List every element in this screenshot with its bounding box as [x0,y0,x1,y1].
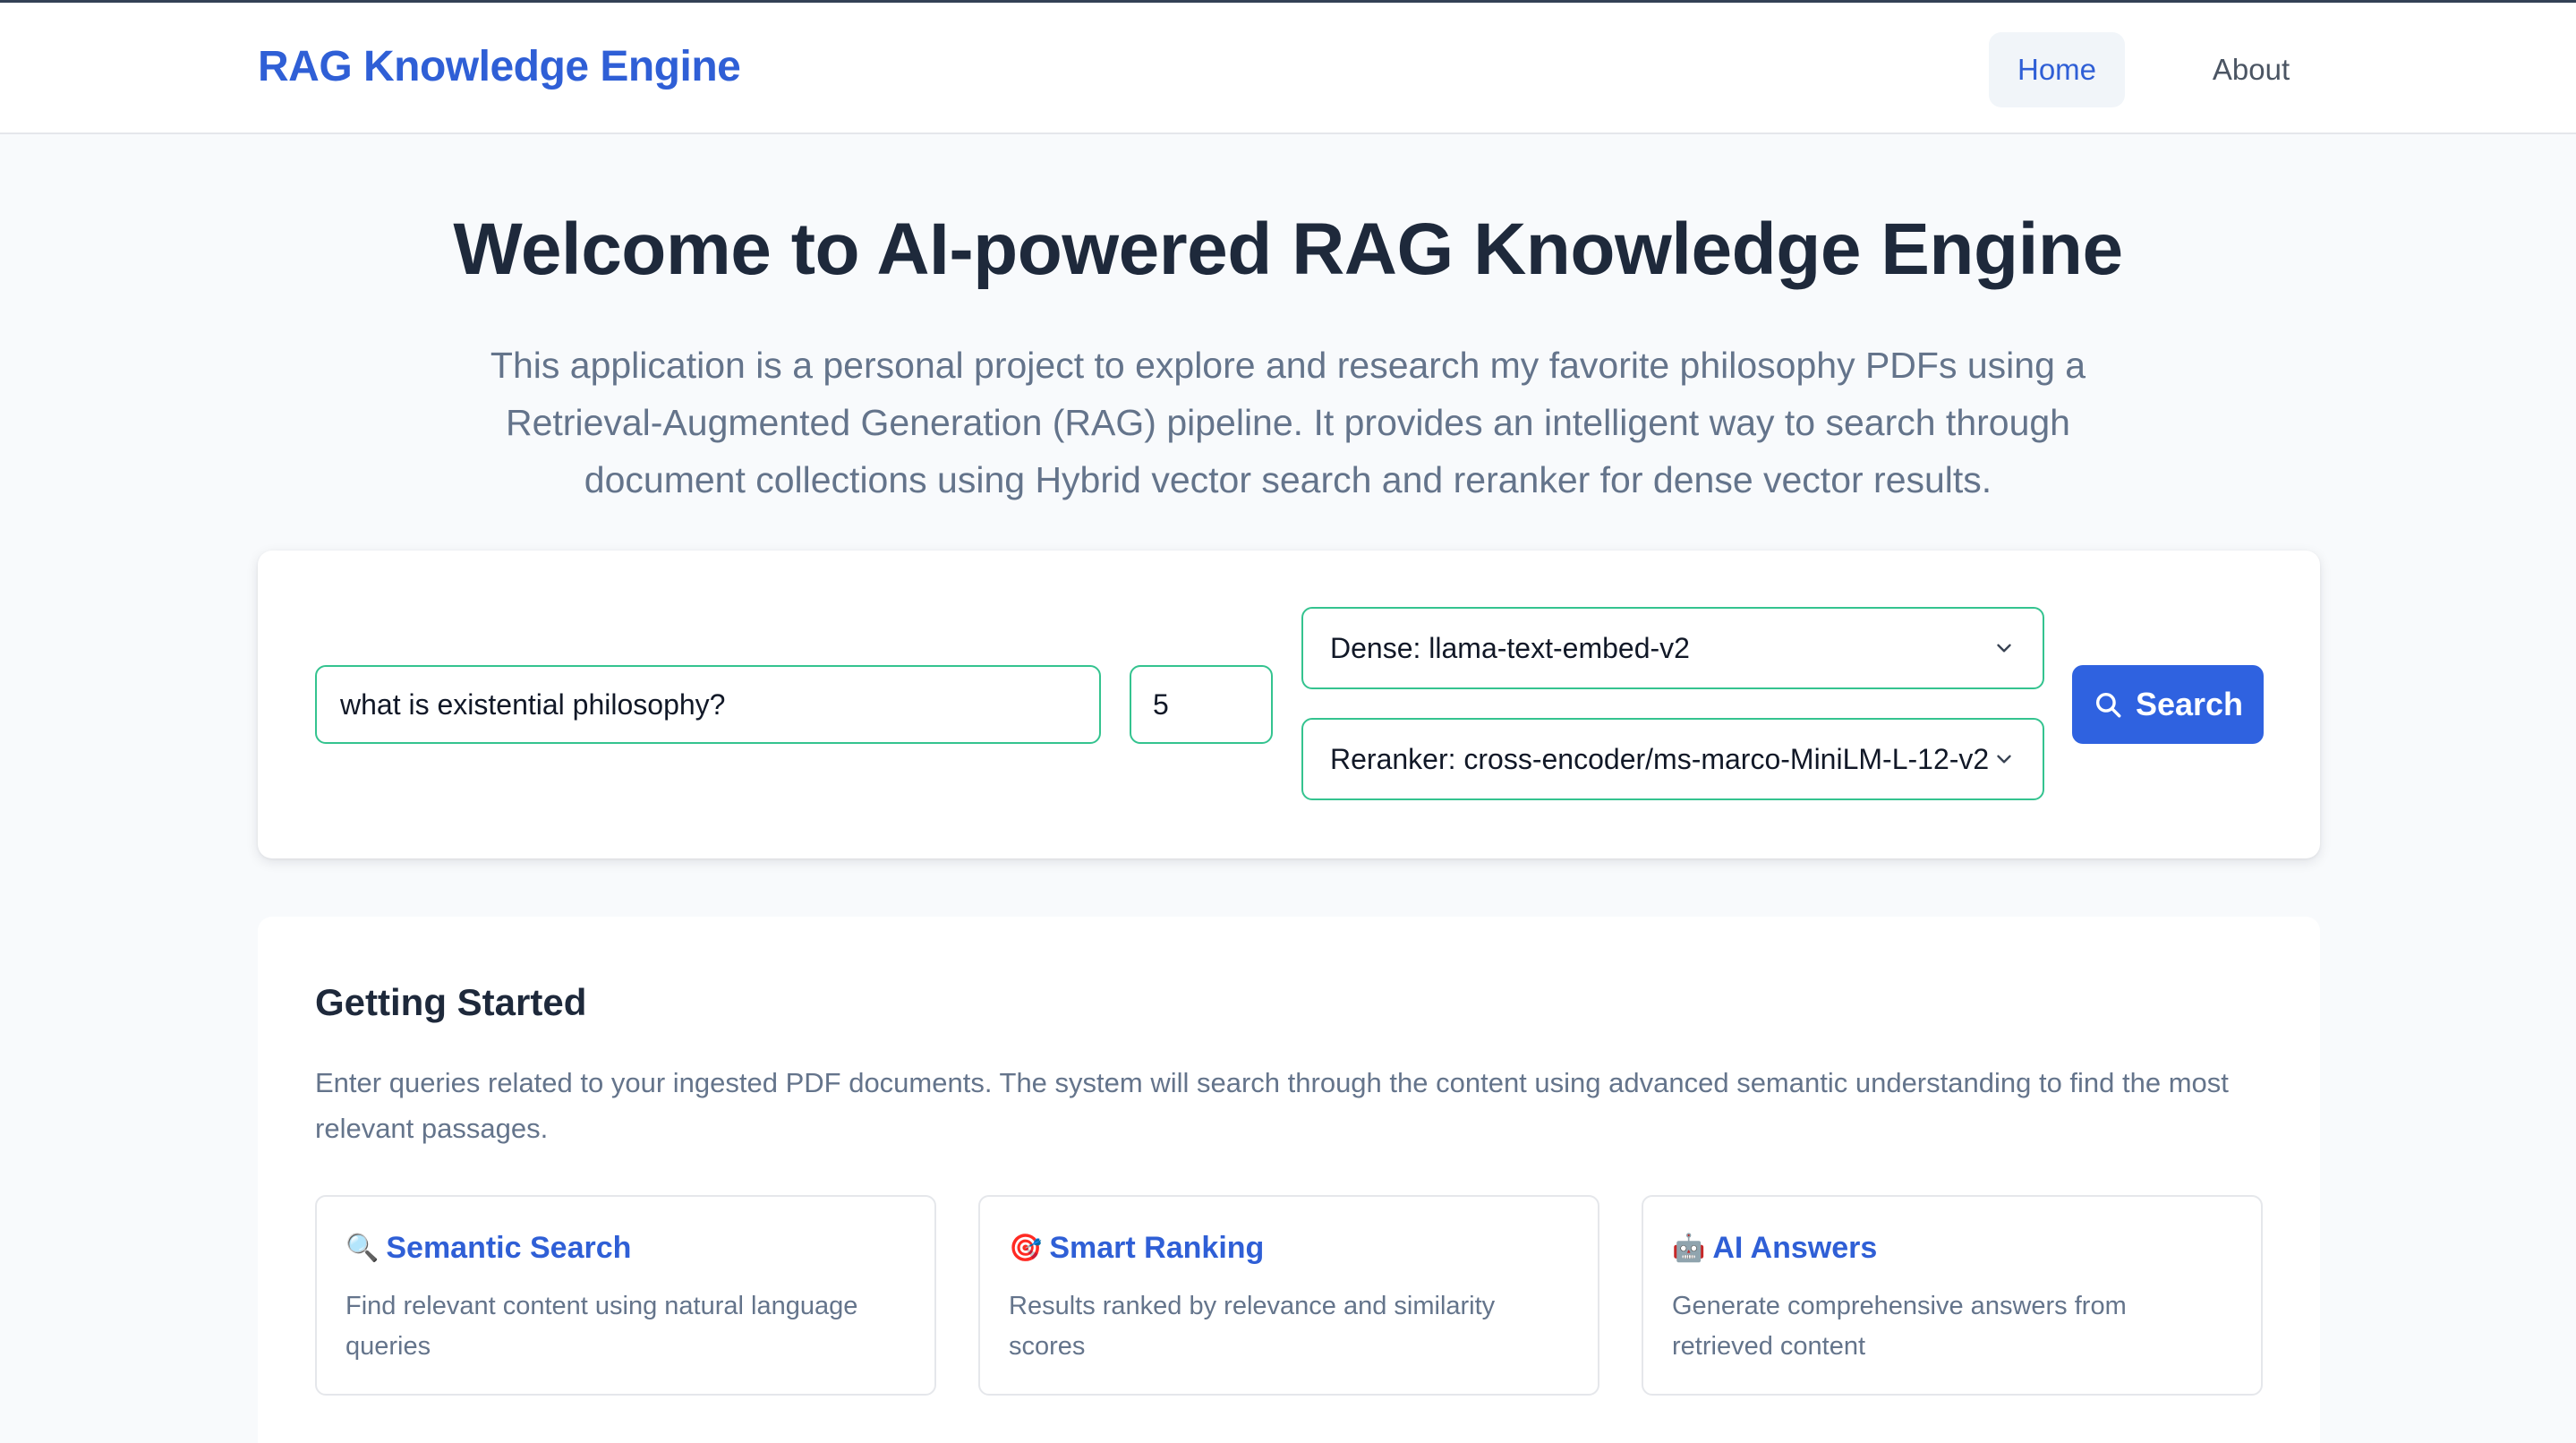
robot-icon: 🤖 [1672,1233,1706,1263]
query-input[interactable] [315,665,1101,744]
top-navbar: RAG Knowledge Engine Home About [0,0,2576,134]
magnifier-icon: 🔍 [345,1233,380,1263]
dense-model-value: Dense: llama-text-embed-v2 [1330,631,1690,664]
nav-home-link[interactable]: Home [1989,32,2125,107]
reranker-model-value: Reranker: cross-encoder/ms-marco-MiniLM-… [1330,742,1990,775]
reranker-model-select[interactable]: Reranker: cross-encoder/ms-marco-MiniLM-… [1301,718,2044,800]
feature-card-semantic-search: 🔍 Semantic Search Find relevant content … [315,1195,936,1396]
brand-logo-text[interactable]: RAG Knowledge Engine [258,42,741,91]
feature-title: Semantic Search [386,1231,632,1265]
nav-about-link[interactable]: About [2175,32,2327,107]
search-panel: Dense: llama-text-embed-v2 Reranker: cro… [258,551,2320,858]
feature-header: 🔍 Semantic Search [345,1231,631,1266]
feature-card-ai-answers: 🤖 AI Answers Generate comprehensive answ… [1642,1195,2263,1396]
feature-card-smart-ranking: 🎯 Smart Ranking Results ranked by releva… [978,1195,1599,1396]
feature-description: Find relevant content using natural lang… [345,1292,858,1361]
chevron-down-icon [1997,644,2011,653]
getting-started-title: Getting Started [315,981,587,1023]
feature-title: Smart Ranking [1049,1231,1265,1265]
dense-model-select[interactable]: Dense: llama-text-embed-v2 [1301,607,2044,689]
top-k-input[interactable] [1130,665,1273,744]
getting-started-panel: Getting Started Enter queries related to… [258,917,2320,1443]
getting-started-description: Enter queries related to your ingested P… [315,1067,2229,1144]
target-icon: 🎯 [1009,1233,1043,1263]
feature-description: Generate comprehensive answers from retr… [1672,1292,2127,1361]
feature-header: 🤖 AI Answers [1672,1231,1877,1266]
feature-header: 🎯 Smart Ranking [1009,1231,1264,1266]
hero-description: This application is a personal project t… [490,345,2086,500]
feature-title: AI Answers [1712,1231,1878,1265]
feature-description: Results ranked by relevance and similari… [1009,1292,1496,1361]
chevron-down-icon [1997,755,2011,764]
search-button-label: Search [2135,686,2244,722]
page-title: Welcome to AI-powered RAG Knowledge Engi… [453,209,2123,290]
search-button[interactable]: Search [2072,665,2264,744]
search-icon [2095,692,2121,718]
